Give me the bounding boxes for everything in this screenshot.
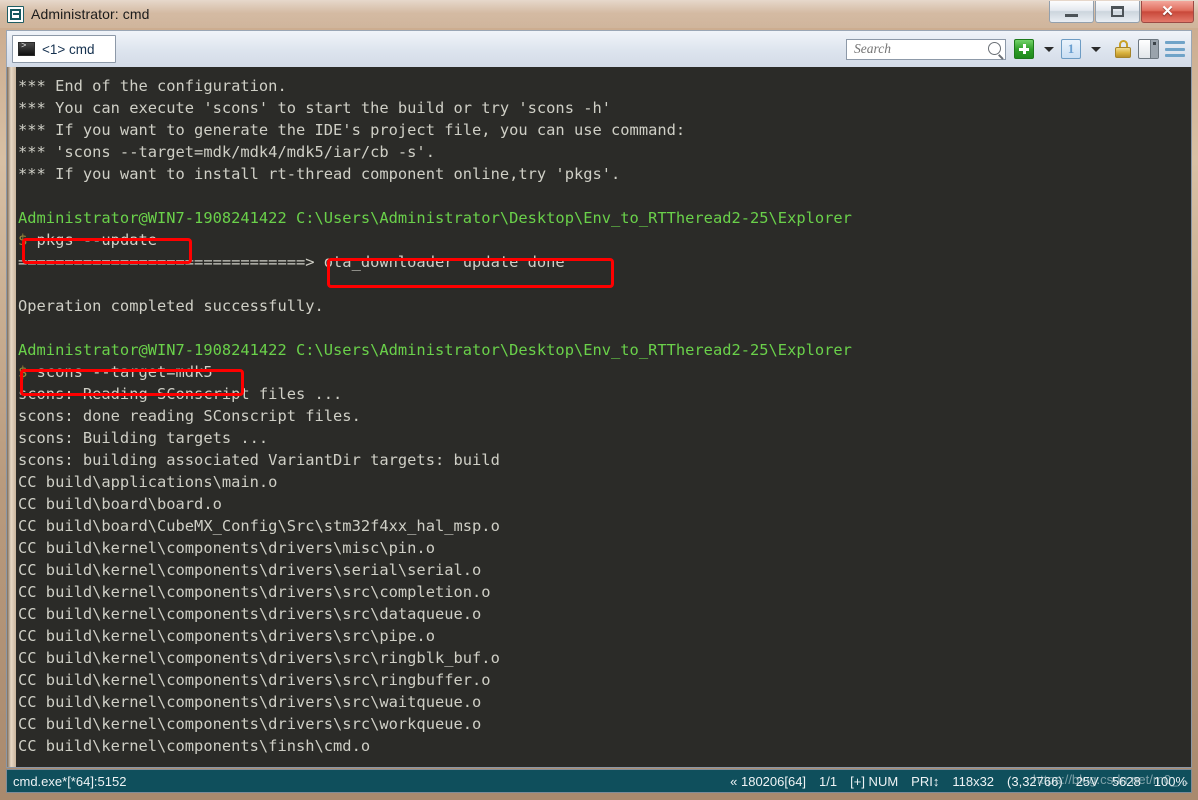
- new-tab-button[interactable]: [1014, 39, 1034, 59]
- split-pane-right: [1149, 40, 1158, 58]
- window-title: Administrator: cmd: [31, 6, 150, 22]
- status-process: cmd.exe*[*64]:5152: [13, 773, 127, 789]
- maximize-icon: [1111, 6, 1124, 17]
- terminal-line: scons: done reading SConscript files.: [18, 407, 361, 425]
- terminal-line: scons: building associated VariantDir ta…: [18, 451, 500, 469]
- status-session: « 180206[64]: [730, 773, 807, 789]
- terminal-line: CC build\kernel\components\drivers\seria…: [18, 561, 482, 579]
- terminal-line: CC build\kernel\components\drivers\src\r…: [18, 671, 491, 689]
- tab-cmd[interactable]: <1> cmd: [12, 35, 116, 63]
- console-app-icon: [7, 5, 24, 23]
- terminal-line: Operation completed successfully.: [18, 297, 324, 315]
- terminal-line: CC build\kernel\components\drivers\src\w…: [18, 693, 482, 711]
- terminal-line: CC build\applications\main.o: [18, 473, 278, 491]
- scrollbar-thumb[interactable]: [7, 515, 16, 753]
- maximize-button[interactable]: [1095, 1, 1140, 23]
- tab-label: <1> cmd: [42, 41, 95, 57]
- terminal-line: CC build\kernel\components\drivers\src\d…: [18, 605, 482, 623]
- status-flag: [+] NUM: [850, 773, 899, 789]
- prompt-symbol: $: [18, 231, 28, 249]
- terminal-line: scons: Reading SConscript files ...: [18, 385, 343, 403]
- terminal-line: Administrator@WIN7-1908241422 C:\Users\A…: [18, 341, 852, 359]
- tab-bar: <1> cmd 1: [6, 30, 1192, 67]
- menu-line-1: [1165, 41, 1185, 44]
- terminal-line: scons: Building targets ...: [18, 429, 269, 447]
- status-cursor: (3,32766): [1007, 773, 1063, 789]
- green-plus-icon: [1014, 39, 1034, 59]
- one-icon: 1: [1061, 39, 1081, 59]
- terminal-line: CC build\board\CubeMX_Config\Src\stm32f4…: [18, 517, 500, 535]
- search-box[interactable]: [846, 38, 1006, 60]
- console-window: Administrator: cmd ✕ <1> cmd: [0, 0, 1198, 800]
- toolbar: 1: [846, 38, 1191, 60]
- window-index-dropdown-chevron-down-icon[interactable]: [1091, 46, 1101, 52]
- terminal-pane[interactable]: *** End of the configuration. *** You can…: [6, 67, 1192, 768]
- minimize-icon: [1065, 13, 1078, 17]
- search-icon: [988, 41, 1001, 55]
- terminal-line: CC build\kernel\components\drivers\src\p…: [18, 627, 435, 645]
- terminal-line: $ pkgs --update: [18, 229, 1191, 251]
- terminal-line: *** If you want to generate the IDE's pr…: [18, 121, 686, 139]
- minimize-button[interactable]: [1049, 1, 1094, 23]
- terminal-line: *** If you want to install rt-thread com…: [18, 165, 621, 183]
- status-priority: PRI↕: [911, 773, 940, 789]
- status-size: 118x32: [952, 773, 995, 789]
- terminal-line: *** 'scons --target=mdk/mdk4/mdk5/iar/cb…: [18, 143, 435, 161]
- close-icon: ✕: [1161, 3, 1174, 20]
- hamburger-menu-icon[interactable]: [1165, 41, 1185, 57]
- status-bar: cmd.exe*[*64]:5152 « 180206[64] 1/1 [+] NU…: [6, 769, 1192, 793]
- status-zoom: 100%: [1153, 773, 1187, 789]
- status-voltage: 25V: [1075, 773, 1099, 789]
- terminal-line: CC build\kernel\components\drivers\src\c…: [18, 583, 491, 601]
- window-index-button[interactable]: 1: [1061, 39, 1081, 59]
- terminal-line: CC build\kernel\components\drivers\misc\…: [18, 539, 435, 557]
- terminal-line: CC build\kernel\components\drivers\src\w…: [18, 715, 482, 733]
- window-controls: ✕: [1049, 1, 1194, 23]
- terminal-line: CC build\kernel\components\finsh\cmd.o: [18, 737, 371, 755]
- console-icon: [18, 41, 35, 56]
- menu-line-2: [1165, 47, 1185, 51]
- prompt-symbol: $: [18, 363, 28, 381]
- menu-line-3: [1165, 54, 1185, 57]
- split-pane-icon[interactable]: [1138, 39, 1159, 59]
- terminal-output: *** End of the configuration. *** You can…: [16, 67, 1191, 767]
- command-text: scons --target=mdk5: [27, 363, 213, 381]
- terminal-line: Administrator@WIN7-1908241422 C:\Users\A…: [18, 209, 852, 227]
- terminal-scrollbar[interactable]: [7, 67, 16, 767]
- terminal-line: $ scons --target=mdk5: [18, 361, 1191, 383]
- terminal-line: *** End of the configuration.: [18, 77, 287, 95]
- new-tab-dropdown-chevron-down-icon[interactable]: [1044, 46, 1054, 52]
- terminal-line: ===============================> ota_dow…: [18, 253, 565, 271]
- terminal-line: *** You can execute 'scons' to start the…: [18, 99, 612, 117]
- status-count: 5628: [1111, 773, 1141, 789]
- close-button[interactable]: ✕: [1141, 1, 1194, 23]
- terminal-line: CC build\board\board.o: [18, 495, 222, 513]
- status-pages: 1/1: [819, 773, 838, 789]
- terminal-line: CC build\kernel\components\drivers\src\r…: [18, 649, 500, 667]
- command-text: pkgs --update: [27, 231, 158, 249]
- status-items: « 180206[64] 1/1 [+] NUM PRI↕ 118x32 (3,32766…: [730, 774, 1187, 789]
- padlock-icon[interactable]: [1115, 40, 1131, 58]
- split-pane-left: [1139, 40, 1150, 58]
- title-bar: Administrator: cmd ✕: [0, 0, 1198, 28]
- search-input[interactable]: [852, 40, 986, 58]
